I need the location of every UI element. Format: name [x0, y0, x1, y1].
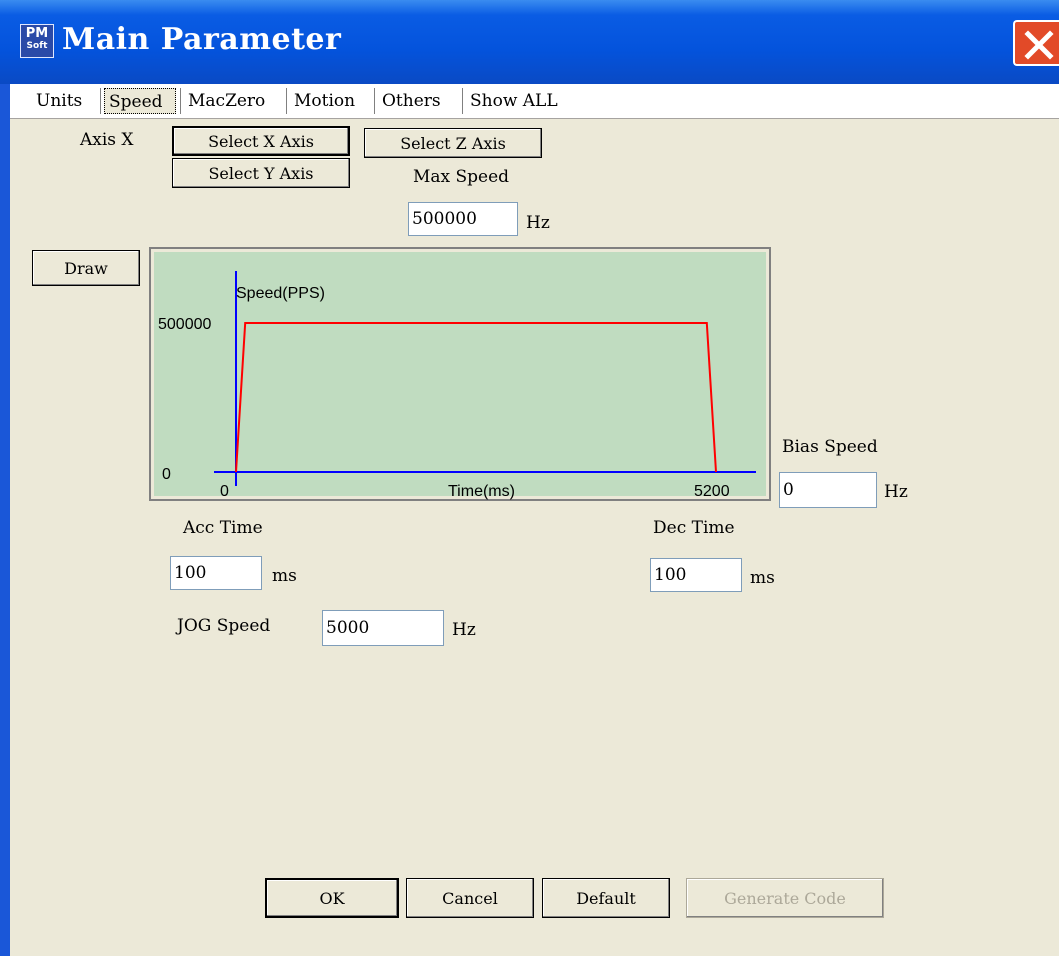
- bias-speed-label: Bias Speed: [782, 437, 878, 457]
- axis-label: Axis X: [80, 130, 134, 150]
- tab-separator: [180, 88, 181, 114]
- title-bar[interactable]: PM Soft Main Parameter: [0, 0, 1059, 84]
- tab-separator: [100, 88, 101, 114]
- close-button[interactable]: [1013, 20, 1059, 66]
- bias-speed-unit: Hz: [884, 482, 908, 502]
- generate-code-button[interactable]: Generate Code: [686, 878, 884, 918]
- max-speed-label: Max Speed: [413, 167, 510, 187]
- y-tick-label: 0: [162, 466, 171, 483]
- max-speed-input[interactable]: [408, 202, 518, 236]
- max-speed-unit: Hz: [526, 213, 550, 233]
- window-title: Main Parameter: [62, 22, 342, 57]
- tab-motion[interactable]: Motion: [290, 88, 370, 114]
- ok-button[interactable]: OK: [265, 878, 399, 918]
- window-left-border: [0, 84, 10, 956]
- jog-speed-label: JOG Speed: [177, 616, 271, 636]
- dec-time-input[interactable]: [650, 558, 742, 592]
- cancel-button[interactable]: Cancel: [406, 878, 534, 918]
- x-tick-label: 0: [220, 483, 229, 500]
- y-tick-label: 500000: [158, 316, 211, 333]
- speed-profile-chart: Speed(PPS) 500000 0 0 5200 Time(ms): [148, 246, 772, 502]
- y-axis-label: Speed(PPS): [236, 285, 325, 302]
- dec-time-label: Dec Time: [653, 518, 735, 538]
- tab-speed[interactable]: Speed: [104, 88, 176, 114]
- acc-time-label: Acc Time: [183, 518, 263, 538]
- main-parameter-window: PM Soft Main Parameter Units Speed MacZe…: [0, 0, 1059, 956]
- x-tick-label: 5200: [694, 483, 730, 500]
- x-axis-label: Time(ms): [448, 483, 515, 500]
- tab-separator: [462, 88, 463, 114]
- tab-separator: [374, 88, 375, 114]
- select-x-axis-button[interactable]: Select X Axis: [172, 126, 350, 156]
- jog-speed-unit: Hz: [452, 620, 476, 640]
- dec-time-unit: ms: [750, 568, 775, 588]
- pm-soft-app-icon: PM Soft: [20, 24, 54, 58]
- bias-speed-input[interactable]: [779, 472, 877, 508]
- jog-speed-input[interactable]: [322, 610, 444, 646]
- select-y-axis-button[interactable]: Select Y Axis: [172, 158, 350, 188]
- tab-maczero[interactable]: MacZero: [184, 88, 282, 114]
- tab-others[interactable]: Others: [378, 88, 458, 114]
- tab-units[interactable]: Units: [32, 88, 96, 114]
- draw-button[interactable]: Draw: [32, 250, 140, 286]
- tab-separator: [286, 88, 287, 114]
- select-z-axis-button[interactable]: Select Z Axis: [364, 128, 542, 158]
- acc-time-input[interactable]: [170, 556, 262, 590]
- close-icon: [1024, 30, 1054, 60]
- tab-show-all[interactable]: Show ALL: [466, 88, 576, 114]
- default-button[interactable]: Default: [542, 878, 670, 918]
- acc-time-unit: ms: [272, 566, 297, 586]
